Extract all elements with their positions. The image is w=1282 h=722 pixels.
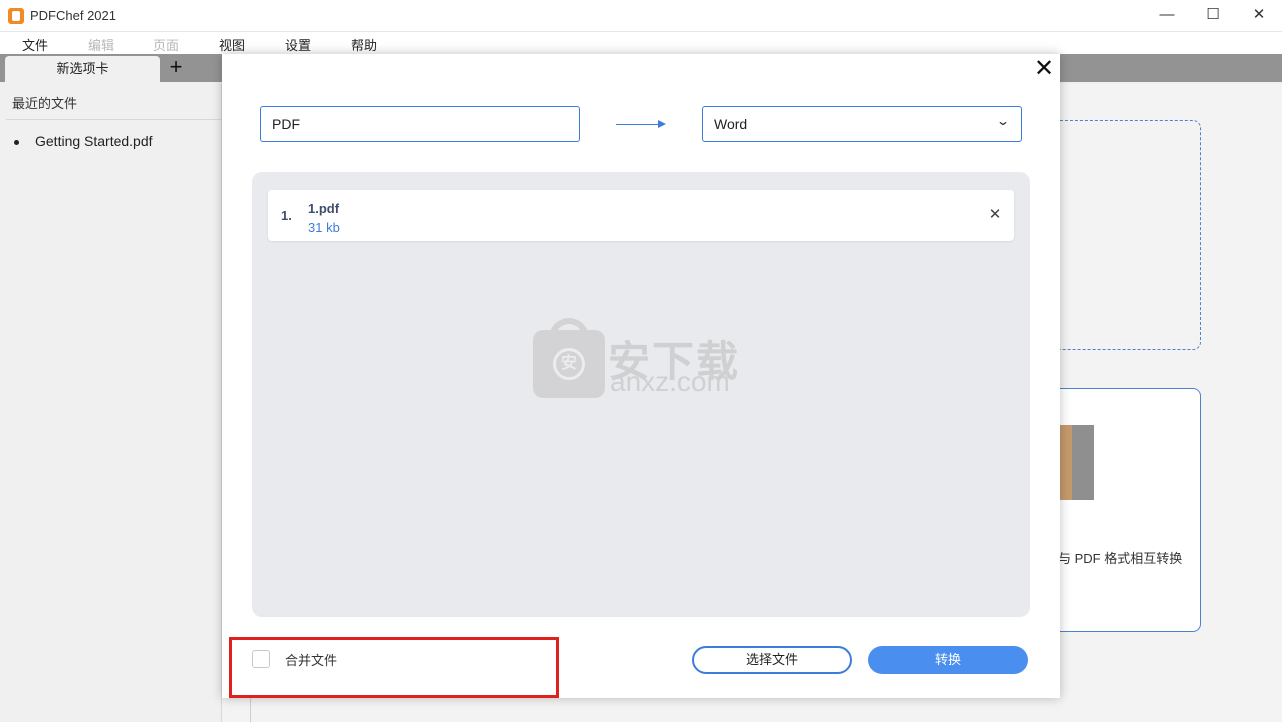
file-size: 31 kb: [308, 220, 340, 235]
menu-bar: [0, 32, 1282, 54]
divider: [250, 697, 251, 722]
sidebar: [0, 84, 222, 722]
annotation-highlight-box: [229, 637, 559, 698]
menu-settings[interactable]: 设置: [285, 35, 311, 54]
bullet-icon: [14, 140, 19, 145]
maximize-button[interactable]: ☐: [1190, 0, 1236, 32]
choose-files-button[interactable]: 选择文件: [692, 646, 852, 674]
target-format-select[interactable]: Word: [702, 106, 1022, 142]
file-name: 1.pdf: [308, 201, 340, 216]
watermark-logo: 安: [553, 348, 585, 380]
convert-button[interactable]: 转换: [868, 646, 1028, 674]
dialog-close-button[interactable]: ✕: [1032, 57, 1056, 82]
source-format-field[interactable]: PDF: [260, 106, 580, 142]
sidebar-divider: [6, 119, 222, 120]
window-title: PDFChef 2021: [30, 8, 116, 23]
menu-edit[interactable]: 编辑: [88, 35, 114, 54]
recent-file-item[interactable]: Getting Started.pdf: [35, 133, 153, 149]
menu-page[interactable]: 页面: [153, 35, 179, 54]
arrow-head-icon: [658, 120, 666, 128]
arrow-right-icon: [616, 124, 660, 125]
menu-help[interactable]: 帮助: [351, 35, 377, 54]
chevron-down-icon[interactable]: ⌄: [996, 114, 1010, 128]
minimize-button[interactable]: —: [1144, 0, 1190, 32]
add-tab-button[interactable]: +: [166, 56, 186, 80]
menu-view[interactable]: 视图: [219, 35, 245, 54]
tab-new[interactable]: 新选项卡: [5, 56, 160, 84]
app-logo-icon: [8, 8, 24, 24]
menu-file[interactable]: 文件: [22, 35, 48, 54]
file-index: 1.: [281, 208, 292, 223]
file-list-item: [268, 190, 1014, 241]
convert-illustration-page-icon: [1072, 425, 1094, 500]
title-bar: [0, 0, 1282, 32]
recent-files-heading: 最近的文件: [12, 96, 78, 111]
watermark-en-text: anxz.com: [610, 366, 730, 397]
convert-card-text: 与 PDF 格式相互转换: [1058, 551, 1183, 566]
remove-file-icon[interactable]: ✕: [987, 206, 1003, 224]
close-window-button[interactable]: ✕: [1236, 0, 1282, 32]
